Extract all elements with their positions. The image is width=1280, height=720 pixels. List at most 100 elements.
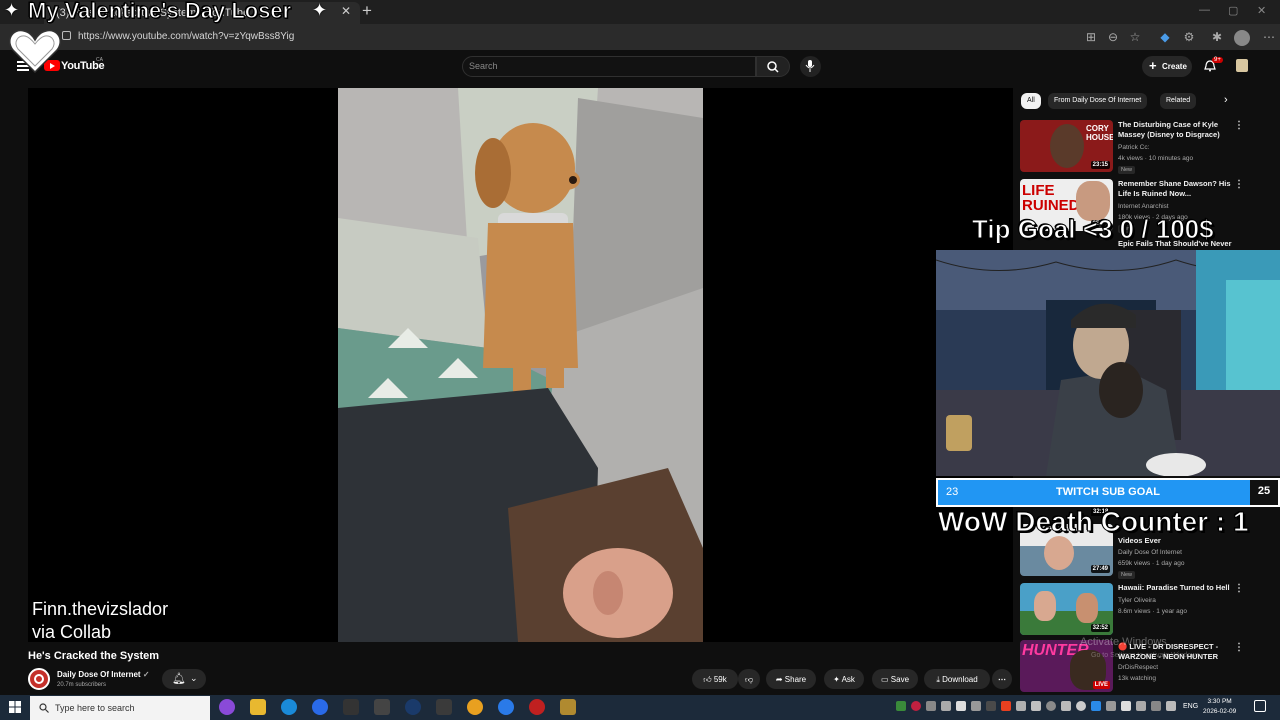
tray-icon[interactable] [1046,701,1056,711]
thumbs-down-icon: 👎︎ [744,675,754,684]
chrome-icon[interactable] [467,699,483,715]
language-indicator[interactable]: ENG [1183,703,1198,710]
more-options-icon[interactable]: ⋮ [1234,120,1244,131]
tray-icon[interactable] [1106,701,1116,711]
volume-icon[interactable] [1166,701,1176,711]
favorite-star-icon[interactable]: ☆ [1128,30,1142,44]
rec-channel: Tyler Oliveira [1118,597,1156,604]
new-badge: New [1118,166,1136,174]
notification-badge: 9+ [1212,57,1223,63]
search-button[interactable] [756,56,790,77]
tray-icon[interactable] [1031,701,1041,711]
tray-icon[interactable] [1136,701,1146,711]
user-avatar[interactable] [1236,59,1248,72]
tray-icon[interactable] [956,701,966,711]
maximize-icon[interactable]: ▢ [1228,4,1238,17]
app-icon[interactable] [312,699,328,715]
new-tab-icon[interactable]: + [362,1,372,21]
list-item[interactable]: CORY HOUSE 23:15 The Disturbing Case of K… [1020,120,1250,176]
menu-more-icon[interactable]: ⋯ [1262,30,1276,44]
channel-avatar[interactable] [28,668,50,690]
search-input[interactable] [462,56,756,77]
tray-icon[interactable] [1121,701,1131,711]
save-button[interactable]: ▭ Save [872,669,918,689]
chevron-right-icon[interactable]: › [1224,94,1228,106]
heart-icon [9,29,61,74]
tray-icon[interactable] [911,701,921,711]
ask-button[interactable]: ✦ Ask [824,669,864,689]
tray-icon[interactable] [926,701,936,711]
bell-icon: 🔔︎ [172,673,186,685]
dislike-button[interactable]: 👎︎ [738,669,760,689]
video-thumbnail[interactable]: 32:52 [1020,583,1113,635]
more-actions-icon[interactable]: ⋯ [992,669,1012,689]
app-icon[interactable] [343,699,359,715]
channel-name[interactable]: Daily Dose Of Internet ✓ [57,670,150,679]
activate-windows-subtext: Go to Settings to activate Windows. [1091,652,1202,659]
like-button[interactable]: 👍︎ 59k [692,669,738,689]
duration-badge: 32:52 [1090,624,1110,632]
extension-icon[interactable]: ◆ [1158,30,1172,44]
notification-center-icon[interactable] [1254,700,1266,712]
chip-related[interactable]: Related [1160,93,1197,109]
download-button[interactable]: ⤓ Download [924,669,990,689]
tray-icon[interactable] [1001,701,1011,711]
tray-icon[interactable] [1016,701,1026,711]
app-icon[interactable] [436,699,452,715]
sparkle-ask-icon: ✦ [833,675,840,684]
tray-icon[interactable] [986,701,996,711]
minimize-icon[interactable]: — [1199,4,1210,16]
app-icon[interactable] [498,699,514,715]
list-item[interactable]: HUNTER LIVE 🔴 LIVE - DR DISRESPECT - WAR… [1020,640,1250,696]
windows-start-icon[interactable] [9,701,21,713]
taskbar-clock[interactable]: 3:30 PM 2026-02-09 [1203,697,1236,717]
save-label: Save [890,675,910,684]
url-field[interactable]: https://www.youtube.com/watch?v=zYqwBss8… [78,31,294,42]
obs-icon[interactable] [529,699,545,715]
steam-icon[interactable] [405,699,421,715]
app-icon[interactable]: ⊞ [1084,30,1098,44]
chip-from-channel[interactable]: From Daily Dose Of Internet [1048,93,1148,109]
settings-icon[interactable]: ⚙ [1182,30,1196,44]
sub-goal-bar: 23 TWITCH SUB GOAL 25 [936,478,1280,507]
file-explorer-icon[interactable] [250,699,266,715]
more-options-icon[interactable]: ⋮ [1234,583,1244,594]
share-button[interactable]: ➦ Share [766,669,816,689]
more-options-icon[interactable]: ⋮ [1234,179,1244,190]
like-count: 59k [713,675,727,684]
share-icon: ➦ [775,675,783,684]
clock-date: 2026-02-09 [1203,708,1237,715]
tray-icon[interactable] [941,701,951,711]
app-icon[interactable] [219,699,235,715]
tray-icon[interactable] [1061,701,1071,711]
close-tab-icon[interactable]: ✕ [341,4,351,18]
list-item[interactable]: 32:52 Hawaii: Paradise Turned to Hell Ty… [1020,583,1250,639]
plus-icon: + [1149,58,1157,73]
extensions-puzzle-icon[interactable]: ✱ [1210,30,1224,44]
tray-icon[interactable] [1076,701,1086,711]
subscribed-bell-button[interactable]: 🔔︎ ⌄ [162,669,206,689]
rec-channel: DrDisRespect [1118,664,1159,671]
chip-all[interactable]: All [1021,93,1041,109]
lock-icon[interactable] [62,31,71,40]
more-options-icon[interactable]: ⋮ [1234,642,1244,653]
edge-icon[interactable] [281,699,297,715]
rec-meta: 659k views · 1 day ago [1118,560,1185,567]
tray-icon[interactable] [1091,701,1101,711]
tray-icon[interactable] [971,701,981,711]
zoom-icon[interactable]: ⊖ [1106,30,1120,44]
voice-search-button[interactable] [800,56,821,77]
create-button[interactable]: + Create [1142,56,1192,77]
tray-icon[interactable] [896,701,906,711]
save-icon: ▭ [880,675,889,684]
video-frame[interactable] [338,88,703,642]
download-label: Download [942,675,978,684]
network-icon[interactable] [1151,701,1161,711]
video-thumbnail[interactable]: CORY HOUSE 23:15 [1020,120,1113,172]
wow-icon[interactable] [560,699,576,715]
profile-avatar[interactable] [1234,30,1250,46]
settings-icon[interactable] [374,699,390,715]
rec-title: The Disturbing Case of Kyle Massey (Disn… [1118,120,1220,139]
rec-meta: 13k watching [1118,675,1156,682]
close-window-icon[interactable]: ✕ [1257,4,1266,17]
